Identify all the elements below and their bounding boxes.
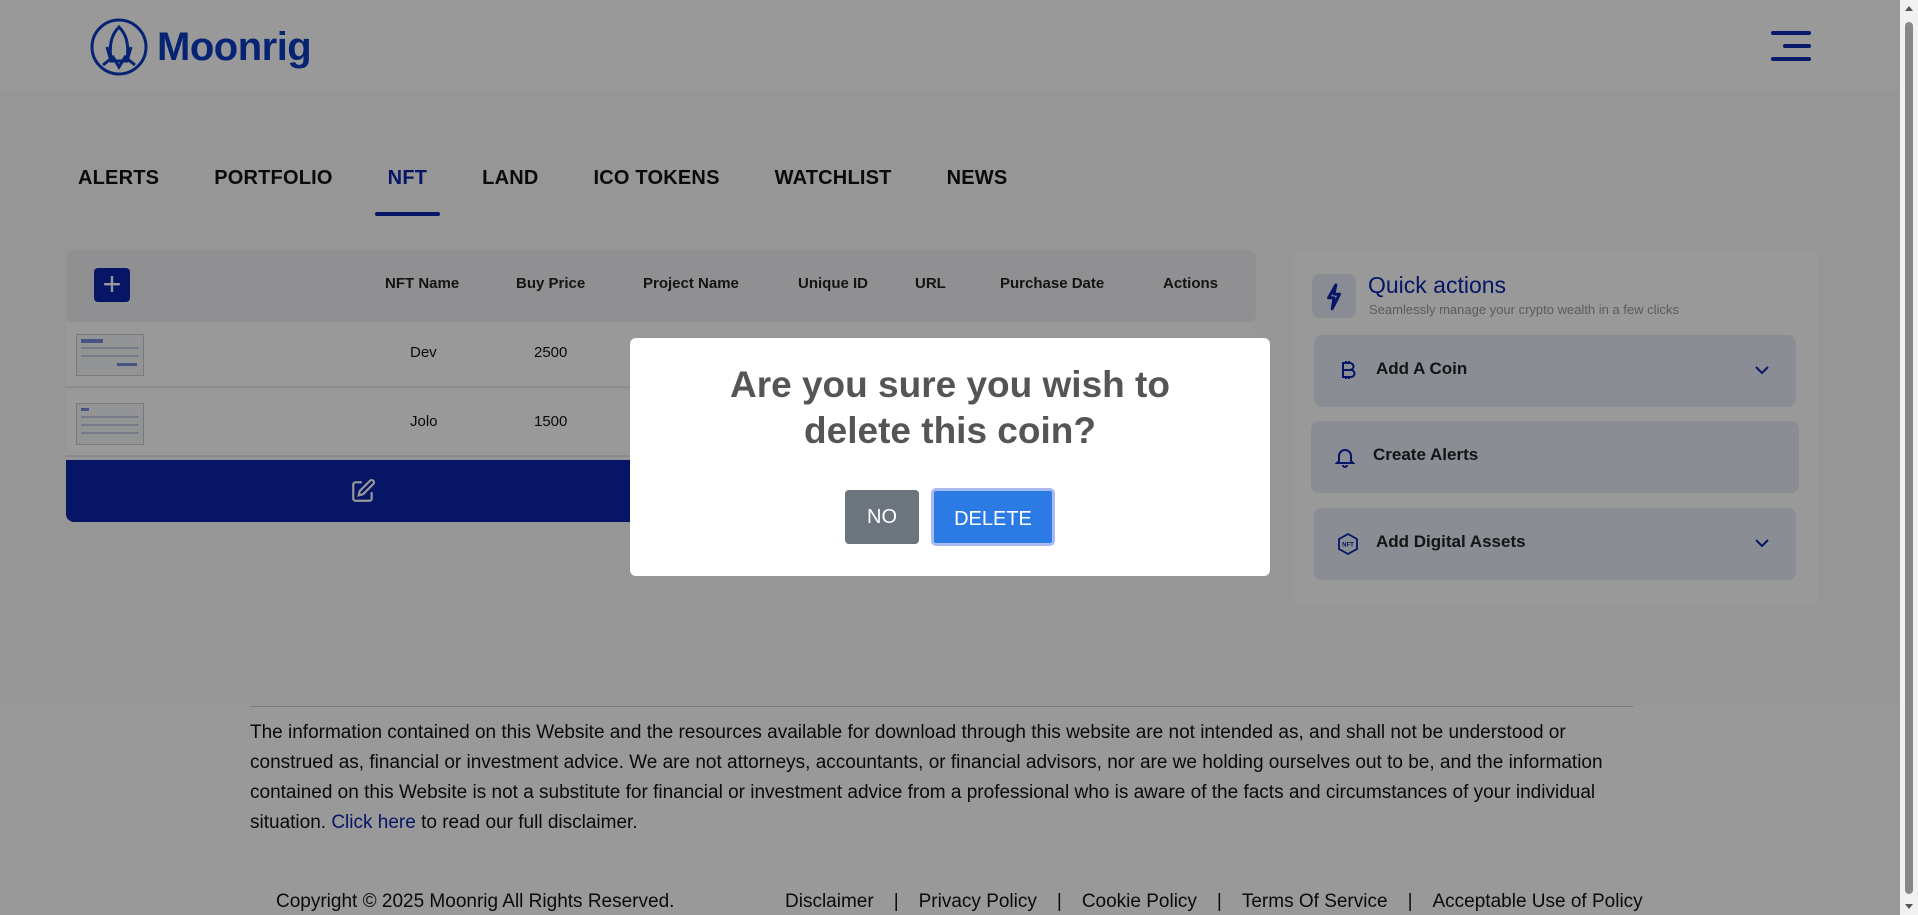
delete-confirm-dialog: Are you sure you wish to delete this coi…	[630, 338, 1270, 576]
scroll-down-icon[interactable]	[1905, 904, 1913, 909]
scroll-up-icon[interactable]	[1905, 6, 1913, 11]
scrollbar-thumb[interactable]	[1905, 22, 1913, 894]
no-button[interactable]: NO	[845, 490, 919, 544]
scrollbar[interactable]	[1900, 0, 1918, 915]
dialog-title: Are you sure you wish to delete this coi…	[730, 364, 1170, 451]
delete-button[interactable]: DELETE	[931, 488, 1055, 546]
